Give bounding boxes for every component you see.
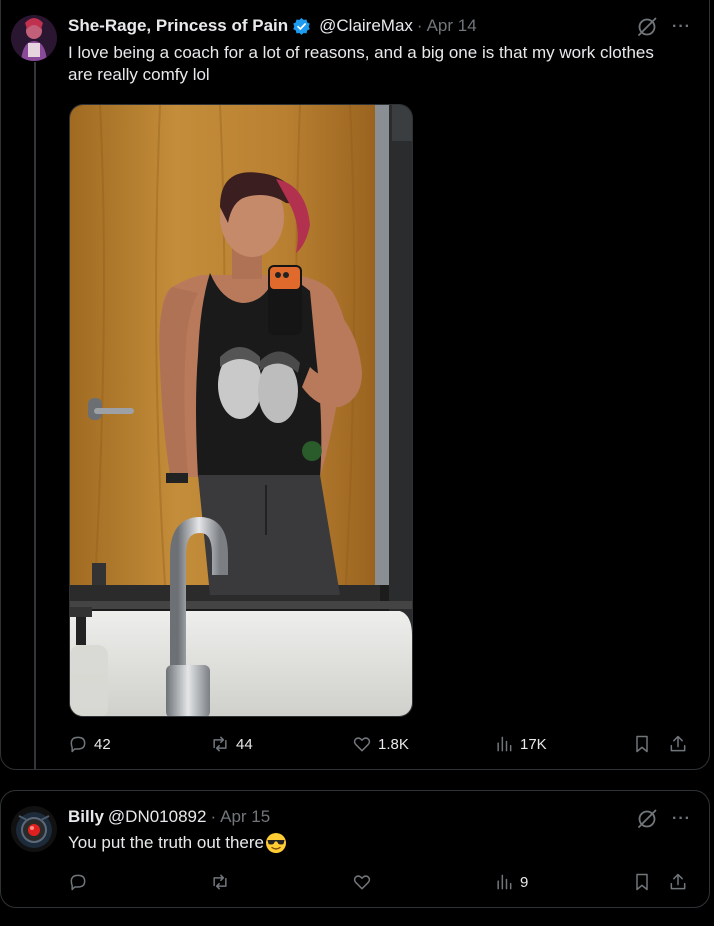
tweet-text: I love being a coach for a lot of reason… <box>68 43 654 84</box>
separator-dot: · <box>416 16 423 35</box>
reply-icon <box>70 874 86 891</box>
repost-icon <box>213 874 227 890</box>
tweet-top-actions: ··· <box>636 16 691 38</box>
author-avatar[interactable] <box>11 15 57 61</box>
author-name[interactable]: She-Rage, Princess of Pain <box>68 16 288 36</box>
more-options-icon[interactable]: ··· <box>672 18 691 36</box>
reply-author-avatar[interactable] <box>11 806 57 852</box>
repost-button[interactable]: 44 <box>210 734 253 754</box>
reply-date[interactable]: Apr 15 <box>220 807 270 827</box>
share-button[interactable] <box>668 734 688 754</box>
reply-repost-button[interactable] <box>210 872 236 892</box>
reply-share-button[interactable] <box>668 872 688 892</box>
share-icon <box>670 735 686 752</box>
reply-views-button[interactable]: 9 <box>494 872 528 892</box>
view-count: 17K <box>520 735 547 753</box>
bookmark-button[interactable] <box>632 734 652 754</box>
reply-icon <box>70 736 86 753</box>
verified-badge-icon <box>292 17 311 36</box>
reply-top-actions: ··· <box>636 808 691 830</box>
reply-like-button[interactable] <box>352 872 378 892</box>
heart-icon <box>353 875 371 890</box>
reply-action-bar: 9 <box>68 870 692 894</box>
sunglasses-emoji-icon <box>265 832 287 854</box>
tweet-date[interactable]: Apr 14 <box>427 16 477 36</box>
views-icon <box>497 874 512 890</box>
bookmark-icon <box>636 735 648 753</box>
tweet-photo[interactable] <box>69 104 413 717</box>
reply-header: Billy @DN010892 · Apr 15 <box>68 806 270 828</box>
grok-icon[interactable] <box>636 808 658 830</box>
views-button[interactable]: 17K <box>494 734 547 754</box>
grok-icon[interactable] <box>636 16 658 38</box>
reply-button[interactable]: 42 <box>68 734 111 754</box>
views-icon <box>497 736 512 752</box>
share-icon <box>670 873 686 890</box>
thread-line <box>34 62 36 770</box>
author-handle[interactable]: @ClaireMax <box>319 16 413 36</box>
reply-bookmark-button[interactable] <box>632 872 652 892</box>
repost-count: 44 <box>236 735 253 753</box>
reply-separator-dot: · <box>210 807 217 826</box>
like-button[interactable]: 1.8K <box>352 734 409 754</box>
heart-icon <box>353 737 371 752</box>
reply-text-row: You put the truth out there <box>68 832 668 854</box>
more-options-icon[interactable]: ··· <box>672 810 691 828</box>
reply-reply-button[interactable] <box>68 872 94 892</box>
bookmark-icon <box>636 873 648 891</box>
reply-author-name[interactable]: Billy <box>68 807 104 827</box>
repost-icon <box>213 736 227 752</box>
reply-count: 42 <box>94 735 111 753</box>
like-count: 1.8K <box>378 735 409 753</box>
tweet-header: She-Rage, Princess of Pain @ClaireMax · … <box>68 15 477 37</box>
reply-view-count: 9 <box>520 873 529 891</box>
reply-text: You put the truth out there <box>68 833 264 852</box>
tweet-action-bar: 42 44 1.8K 17K <box>68 732 692 756</box>
reply-author-handle[interactable]: @DN010892 <box>108 807 207 827</box>
